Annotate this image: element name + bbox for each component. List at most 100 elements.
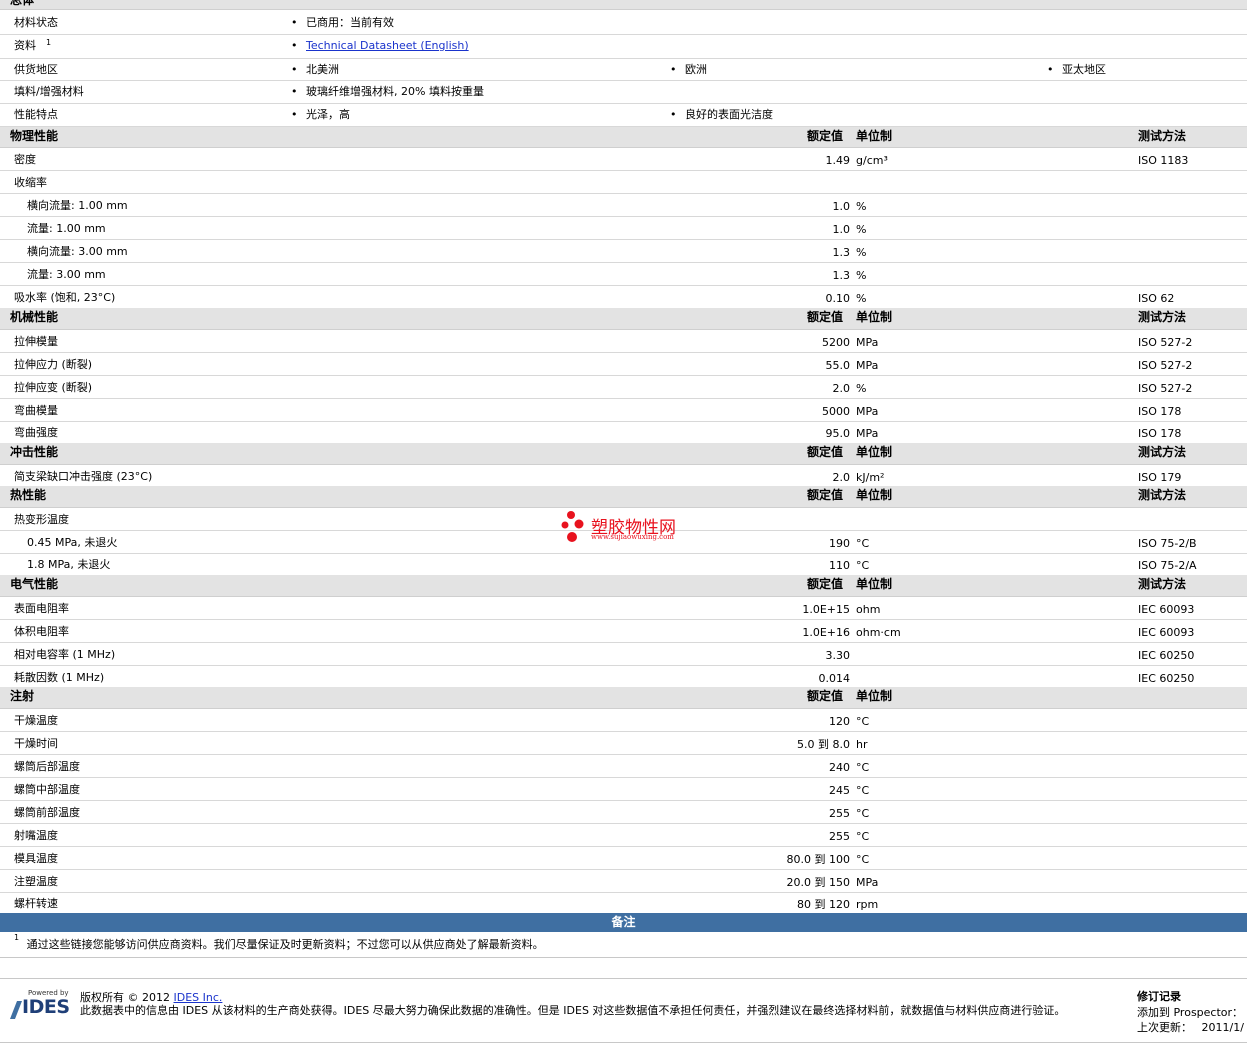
property-value: 1.49 — [825, 153, 851, 167]
property-label: 流量: 3.00 mm — [27, 267, 106, 281]
property-value: 80.0 到 100 — [786, 852, 850, 866]
property-method: ISO 527-2 — [1138, 335, 1193, 349]
general-row: 性能特点 光泽，高 良好的表面光洁度 — [0, 104, 1247, 127]
property-label: 收缩率 — [14, 175, 47, 189]
footnote-ref: 1 — [46, 38, 52, 47]
section-title: 物理性能 — [10, 129, 59, 143]
property-value: 5.0 到 8.0 — [797, 737, 850, 751]
property-unit: °C — [856, 559, 870, 572]
watermark: 塑胶物性网 www.sujiaowuxing.com — [561, 510, 691, 546]
general-value: 已商用：当前有效 — [291, 17, 394, 30]
section-title: 总体 — [10, 0, 35, 7]
method-header: 测试方法 — [1138, 129, 1187, 143]
property-method: ISO 75-2/B — [1138, 536, 1197, 550]
property-unit: °C — [856, 829, 870, 843]
property-label: 拉伸应变 (断裂) — [14, 380, 93, 394]
property-unit: °C — [856, 852, 870, 866]
property-row: 相对电容率 (1 MHz) 3.30 IEC 60250 — [0, 643, 1247, 666]
property-value: 5200 — [822, 335, 850, 349]
property-value: 240 — [829, 760, 850, 774]
property-value: 1.0 — [832, 199, 851, 213]
property-method: ISO 1183 — [1138, 153, 1189, 167]
property-unit: MPa — [856, 335, 879, 349]
property-value: 2.0 — [832, 470, 851, 484]
method-header: 测试方法 — [1138, 310, 1187, 324]
property-label: 流量: 1.00 mm — [27, 221, 106, 235]
unit-header: 单位制 — [856, 445, 893, 459]
property-unit: °C — [856, 806, 870, 820]
nominal-header: 额定值 — [807, 577, 844, 591]
property-value: 0.10 — [825, 291, 851, 305]
property-row: 干燥温度 120 °C — [0, 709, 1247, 732]
property-row: 螺筒前部温度 255 °C — [0, 801, 1247, 824]
section-header: 热性能 额定值 单位制 测试方法 — [0, 486, 1247, 508]
nominal-header: 额定值 — [807, 689, 844, 703]
general-value: 北美洲 — [291, 64, 339, 77]
property-label: 模具温度 — [14, 851, 58, 865]
datasheet-link[interactable]: Technical Datasheet (English) — [306, 39, 469, 52]
property-value: 255 — [829, 829, 850, 843]
property-unit: ohm — [856, 602, 881, 616]
property-label: 拉伸应力 (断裂) — [14, 357, 93, 371]
property-value: 110 — [829, 559, 850, 572]
section-header: 物理性能 额定值 单位制 测试方法 — [0, 127, 1247, 148]
section-header: 总体 — [0, 0, 1247, 10]
property-row: 1.8 MPa, 未退火 110 °C ISO 75-2/A — [0, 554, 1247, 576]
property-row: 横向流量: 1.00 mm 1.0% — [0, 194, 1247, 217]
property-unit: % — [856, 222, 867, 236]
property-value: 255 — [829, 806, 850, 820]
footnote: 1 通过这些链接您能够访问供应商资料。我们尽量保证及时更新资料；不过您可以从供应… — [14, 933, 544, 952]
property-row: 流量: 3.00 mm 1.3% — [0, 263, 1247, 286]
general-value: 良好的表面光洁度 — [670, 109, 773, 122]
property-unit: ohm·cm — [856, 625, 901, 639]
property-row: 射嘴温度 255 °C — [0, 824, 1247, 847]
property-unit: % — [856, 291, 867, 305]
property-row: 密度 1.49 g/cm³ ISO 1183 — [0, 148, 1247, 171]
property-value: 0.014 — [818, 671, 851, 685]
property-unit: °C — [856, 714, 870, 728]
property-unit: MPa — [856, 358, 879, 372]
property-value: 190 — [829, 536, 850, 550]
section-title: 注射 — [10, 689, 35, 703]
general-value: 玻璃纤维增强材料, 20% 填料按重量 — [291, 86, 484, 99]
property-row: 表面电阻率 1.0E+15 ohm IEC 60093 — [0, 597, 1247, 620]
general-value: 光泽，高 — [291, 109, 350, 122]
section-header: 电气性能 额定值 单位制 测试方法 — [0, 575, 1247, 597]
ides-link[interactable]: IDES Inc. — [174, 991, 223, 1004]
revision-date: 2011/1/ — [1201, 1021, 1244, 1034]
property-method: IEC 60093 — [1138, 625, 1195, 639]
footnote-text: 通过这些链接您能够访问供应商资料。我们尽量保证及时更新资料；不过您可以从供应商处… — [26, 938, 544, 951]
property-method: IEC 60093 — [1138, 602, 1195, 616]
property-method: ISO 178 — [1138, 404, 1182, 418]
method-header: 测试方法 — [1138, 577, 1187, 591]
logo-text: IDES — [22, 996, 70, 1018]
property-label: 拉伸模量 — [14, 334, 58, 348]
property-label: 弯曲模量 — [14, 403, 58, 417]
method-header: 测试方法 — [1138, 445, 1187, 459]
property-value: 2.0 — [832, 381, 851, 395]
property-row: 模具温度 80.0 到 100 °C — [0, 847, 1247, 870]
property-label: 射嘴温度 — [14, 828, 58, 842]
property-row: 拉伸应变 (断裂) 2.0% ISO 527-2 — [0, 376, 1247, 399]
divider — [0, 957, 1247, 958]
general-label: 性能特点 — [14, 108, 58, 121]
property-value: 55.0 — [825, 358, 851, 372]
unit-header: 单位制 — [856, 488, 893, 502]
nominal-header: 额定值 — [807, 488, 844, 502]
revision-updated: 上次更新： 2011/1/ — [1137, 1019, 1244, 1035]
property-row: 弯曲强度 95.0 MPa ISO 178 — [0, 422, 1247, 444]
notes-header: 备注 — [0, 913, 1247, 932]
property-row: 螺筒后部温度 240 °C — [0, 755, 1247, 778]
general-row: 资料 1 Technical Datasheet (English) — [0, 35, 1247, 59]
general-label: 供货地区 — [14, 63, 58, 76]
property-label: 密度 — [14, 152, 36, 166]
property-label: 吸水率 (饱和, 23°C) — [14, 290, 116, 304]
general-row: 材料状态 已商用：当前有效 — [0, 12, 1247, 35]
property-value: 1.3 — [832, 268, 851, 282]
section-title: 热性能 — [10, 488, 47, 502]
ides-logo: Powered by IDES — [8, 988, 72, 1020]
property-label: 表面电阻率 — [14, 601, 69, 615]
property-unit: % — [856, 199, 867, 213]
property-label: 热变形温度 — [14, 512, 69, 526]
property-label: 干燥温度 — [14, 713, 58, 727]
